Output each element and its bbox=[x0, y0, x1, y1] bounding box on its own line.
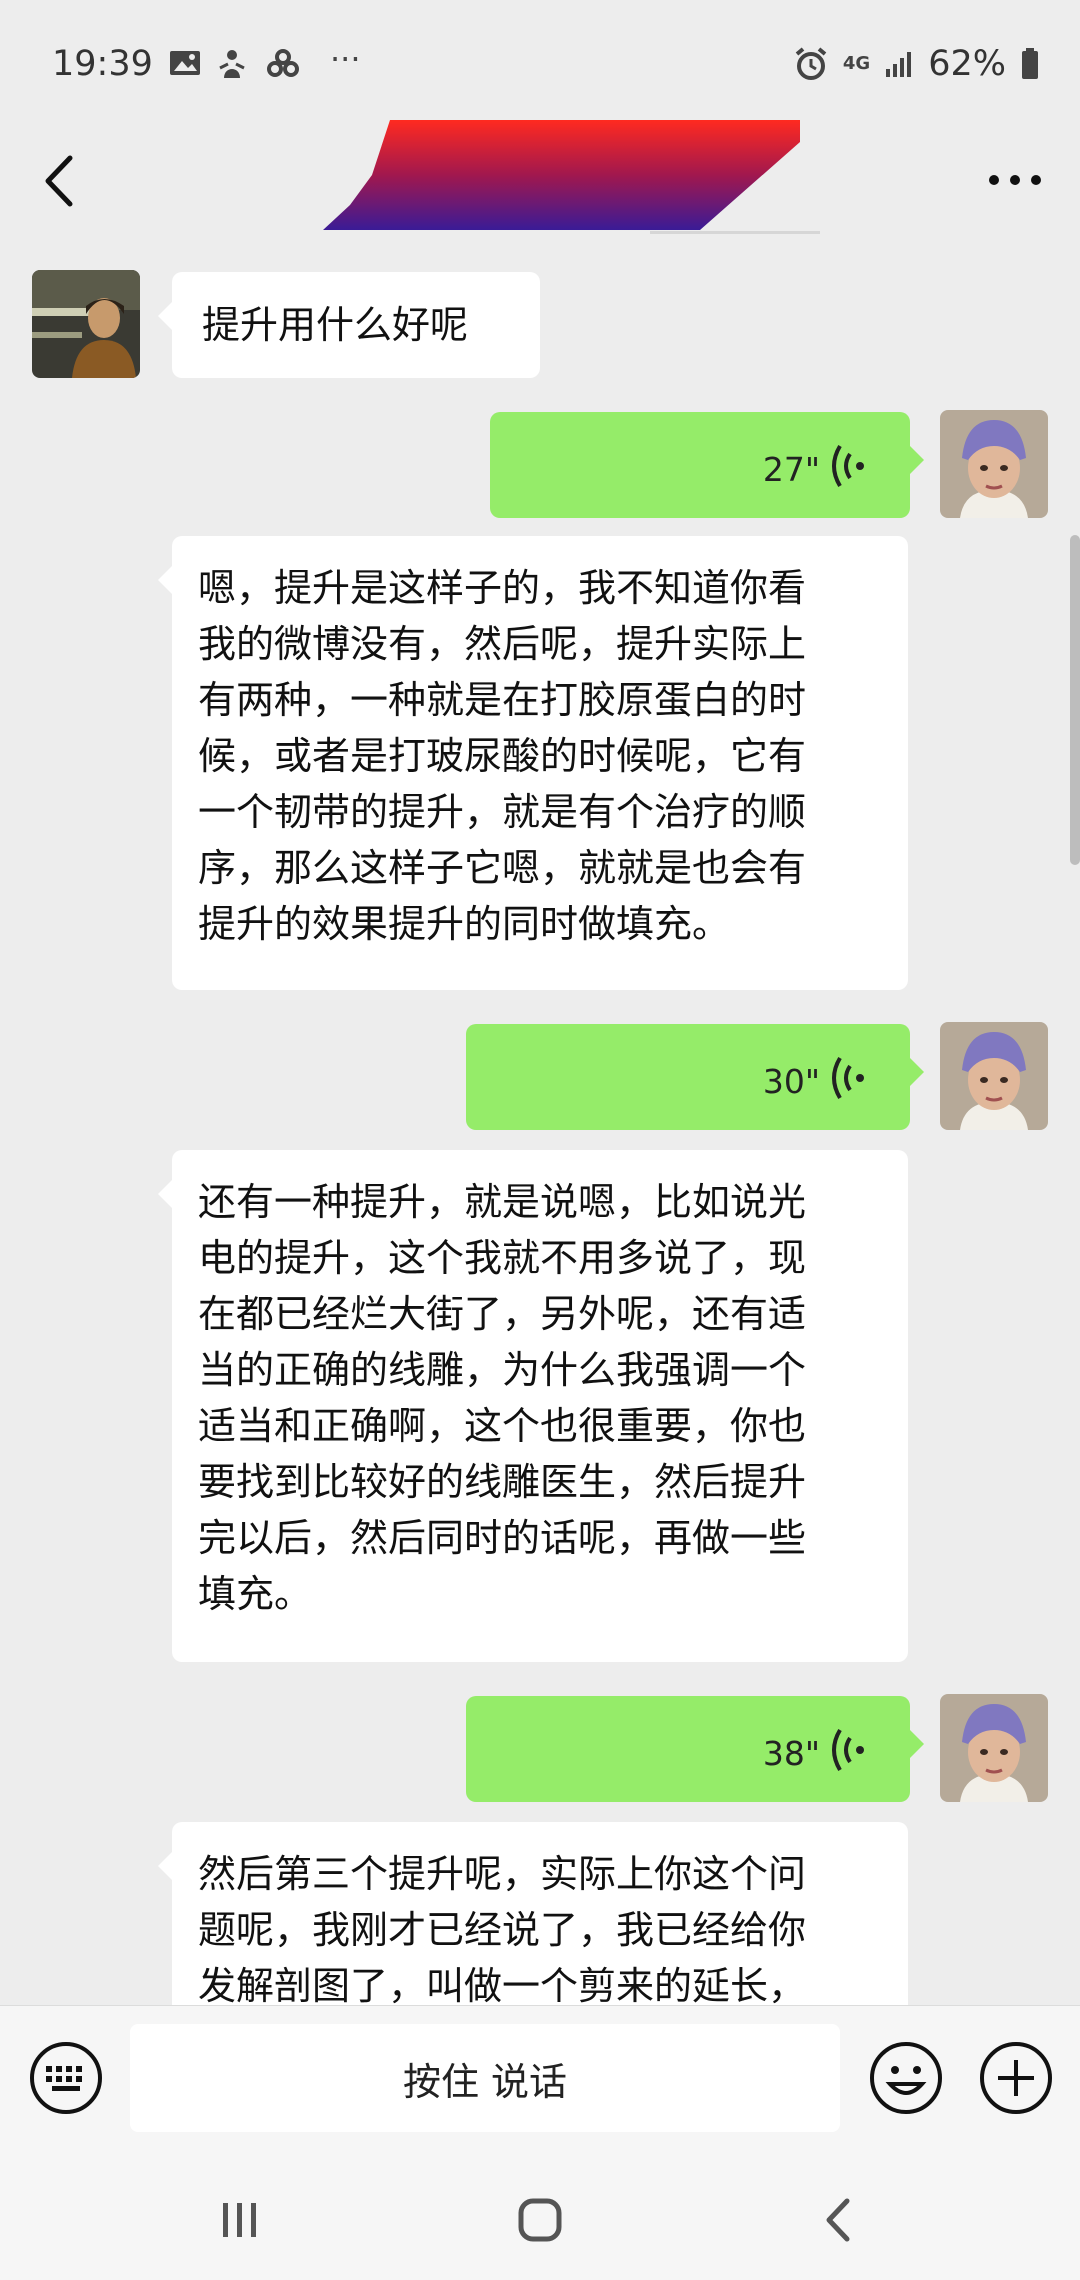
message-line: 完以后，然后同时的话呢，再做一些 bbox=[198, 1516, 807, 1560]
message-text: 提升用什么好呢 bbox=[202, 303, 469, 347]
message-line: 要找到比较好的线雕医生，然后提升 bbox=[198, 1460, 807, 1504]
plus-icon[interactable] bbox=[978, 2040, 1054, 2116]
hold-to-talk-button[interactable]: 按住 说话 bbox=[130, 2024, 840, 2132]
message-line: 提升的效果提升的同时做填充。 bbox=[198, 902, 731, 946]
status-bar: 19:39 ··· 4G 62% bbox=[0, 0, 1080, 130]
voice-duration: 38" bbox=[762, 1734, 820, 1773]
message-line: 当的正确的线雕，为什么我强调一个 bbox=[198, 1348, 807, 1392]
message-text-block: 然后第三个提升呢，实际上你这个问 题呢，我刚才已经说了，我已经给你 发解剖图了，… bbox=[198, 1846, 898, 2005]
network-type: 4G bbox=[842, 53, 871, 74]
contact-avatar[interactable] bbox=[32, 270, 140, 378]
app-notification-icon-2 bbox=[267, 49, 299, 77]
status-right-group: 4G 62% bbox=[793, 44, 1040, 84]
voice-wave-icon bbox=[832, 1056, 864, 1100]
outgoing-voice-message[interactable]: 38" bbox=[466, 1696, 924, 1802]
message-text-block: 嗯，提升是这样子的，我不知道你看 我的微博没有，然后呢，提升实际上 有两种，一种… bbox=[198, 560, 898, 952]
my-avatar-image bbox=[940, 410, 1048, 518]
incoming-message-bubble[interactable]: 提升用什么好呢 bbox=[158, 272, 540, 378]
more-dots-icon[interactable] bbox=[980, 150, 1050, 210]
incoming-message-bubble[interactable]: 还有一种提升，就是说嗯，比如说光 电的提升，这个我就不用多说了，现 在都已经烂大… bbox=[158, 1150, 908, 1662]
message-line: 嗯，提升是这样子的，我不知道你看 bbox=[198, 566, 807, 610]
image-icon bbox=[170, 51, 200, 75]
keyboard-icon[interactable] bbox=[28, 2040, 104, 2116]
message-line: 填充。 bbox=[198, 1572, 313, 1616]
my-avatar[interactable] bbox=[940, 1022, 1048, 1130]
message-line: 我的微博没有，然后呢，提升实际上 bbox=[198, 622, 807, 666]
status-time: 19:39 bbox=[52, 44, 153, 84]
nav-back-icon[interactable] bbox=[805, 2185, 875, 2255]
message-line: 还有一种提升，就是说嗯，比如说光 bbox=[198, 1180, 807, 1224]
voice-wave-icon bbox=[832, 1728, 864, 1772]
chat-input-bar: 按住 说话 bbox=[0, 2005, 1080, 2156]
message-line: 发解剖图了，叫做一个剪来的延长， bbox=[198, 1964, 807, 2005]
outgoing-voice-message[interactable]: 27" bbox=[490, 412, 924, 518]
my-avatar[interactable] bbox=[940, 1694, 1048, 1802]
voice-duration: 27" bbox=[762, 450, 820, 489]
my-avatar-image bbox=[940, 1694, 1048, 1802]
message-line: 然后第三个提升呢，实际上你这个问 bbox=[198, 1852, 807, 1896]
my-avatar-image bbox=[940, 1022, 1048, 1130]
message-line: 在都已经烂大街了，另外呢，还有适 bbox=[198, 1292, 807, 1336]
system-nav-bar bbox=[0, 2155, 1080, 2280]
emoji-icon[interactable] bbox=[868, 2040, 944, 2116]
message-line: 候，或者是打玻尿酸的时候呢，它有 bbox=[198, 734, 807, 778]
alarm-icon bbox=[795, 47, 827, 80]
battery-percent: 62% bbox=[928, 44, 1006, 84]
contact-avatar-image bbox=[32, 270, 140, 378]
redacted-chat-title bbox=[323, 120, 820, 234]
message-line: 有两种，一种就是在打胶原蛋白的时 bbox=[198, 678, 807, 722]
more-notifications-glyph: ··· bbox=[330, 40, 361, 78]
voice-wave-icon bbox=[832, 444, 864, 488]
my-avatar[interactable] bbox=[940, 410, 1048, 518]
recent-apps-icon[interactable] bbox=[205, 2185, 275, 2255]
message-text-block: 还有一种提升，就是说嗯，比如说光 电的提升，这个我就不用多说了，现 在都已经烂大… bbox=[198, 1174, 898, 1622]
app-notification-icon bbox=[219, 50, 245, 78]
message-line: 电的提升，这个我就不用多说了，现 bbox=[198, 1236, 807, 1280]
message-line: 题呢，我刚才已经说了，我已经给你 bbox=[198, 1908, 807, 1952]
back-chevron-icon[interactable] bbox=[30, 146, 90, 216]
home-icon[interactable] bbox=[505, 2185, 575, 2255]
outgoing-voice-message[interactable]: 30" bbox=[466, 1024, 924, 1130]
incoming-message-bubble[interactable]: 嗯，提升是这样子的，我不知道你看 我的微博没有，然后呢，提升实际上 有两种，一种… bbox=[158, 536, 908, 990]
chat-header bbox=[0, 120, 1080, 240]
message-line: 一个韧带的提升，就是有个治疗的顺 bbox=[198, 790, 807, 834]
voice-duration: 30" bbox=[762, 1062, 820, 1101]
message-line: 序，那么这样子它嗯，就就是也会有 bbox=[198, 846, 807, 890]
signal-icon bbox=[886, 52, 912, 77]
chat-message-list[interactable]: 提升用什么好呢 27" 嗯，提升是这样子的，我不知道你看 我的微博没有，然后呢，… bbox=[0, 240, 1080, 2005]
incoming-message-bubble[interactable]: 然后第三个提升呢，实际上你这个问 题呢，我刚才已经说了，我已经给你 发解剖图了，… bbox=[158, 1822, 908, 2005]
battery-icon bbox=[1022, 48, 1038, 79]
scroll-indicator[interactable] bbox=[1070, 535, 1080, 865]
message-line: 适当和正确啊，这个也很重要，你也 bbox=[198, 1404, 807, 1448]
